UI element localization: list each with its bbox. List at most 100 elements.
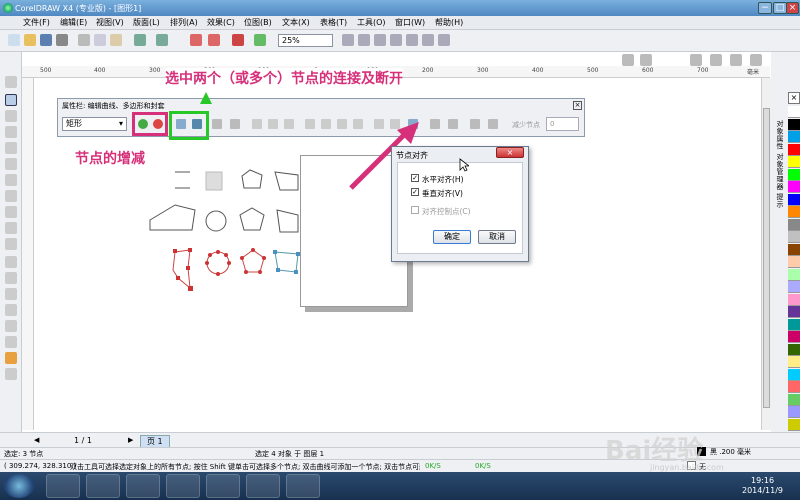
grid-icon[interactable] bbox=[730, 54, 742, 66]
arrow-polygon-shape[interactable] bbox=[149, 204, 196, 231]
node-shapes-illustration[interactable] bbox=[140, 160, 310, 295]
view-manager-icon[interactable] bbox=[640, 54, 652, 66]
pick-tool-icon[interactable] bbox=[5, 76, 17, 88]
cancel-button[interactable]: 取消 bbox=[478, 230, 516, 244]
palette-color-swatch[interactable] bbox=[788, 381, 800, 393]
dialog-close-button[interactable]: × bbox=[496, 147, 524, 158]
menu-table[interactable]: 表格(T) bbox=[320, 17, 347, 29]
copy-icon[interactable] bbox=[94, 34, 106, 46]
palette-color-swatch[interactable] bbox=[788, 356, 800, 368]
close-button[interactable]: × bbox=[786, 2, 799, 14]
palette-color-swatch[interactable] bbox=[788, 143, 800, 156]
zoom-selected-icon[interactable] bbox=[374, 34, 386, 46]
maximize-button[interactable]: □ bbox=[773, 2, 787, 14]
zoom-in-icon[interactable] bbox=[342, 34, 354, 46]
shape-type-select[interactable]: 矩形 ▾ bbox=[62, 117, 127, 131]
palette-color-swatch[interactable] bbox=[788, 368, 800, 381]
dimension-tool-icon[interactable] bbox=[5, 272, 17, 284]
quad-shape-top[interactable] bbox=[274, 171, 299, 191]
menu-view[interactable]: 视图(V) bbox=[96, 17, 124, 29]
guidelines-icon[interactable] bbox=[750, 54, 762, 66]
reverse-direction-icon[interactable] bbox=[305, 119, 315, 129]
last-page-icon[interactable]: ▶ bbox=[128, 436, 133, 444]
palette-color-swatch[interactable] bbox=[788, 268, 800, 281]
palette-color-swatch[interactable] bbox=[788, 418, 800, 431]
symmetrical-node-icon[interactable] bbox=[284, 119, 294, 129]
palette-color-swatch[interactable] bbox=[788, 156, 800, 168]
select-all-nodes-icon[interactable] bbox=[488, 119, 498, 129]
vertical-scrollbar[interactable] bbox=[761, 78, 771, 430]
menu-help[interactable]: 帮助(H) bbox=[435, 17, 463, 29]
palette-color-swatch[interactable] bbox=[788, 218, 800, 231]
text-tool-icon[interactable] bbox=[5, 238, 17, 250]
zoom-tool-icon[interactable] bbox=[5, 126, 17, 138]
ie-browser-icon[interactable] bbox=[86, 474, 120, 498]
zoom-out-icon[interactable] bbox=[358, 34, 370, 46]
minimize-button[interactable]: − bbox=[758, 2, 772, 14]
menu-tools[interactable]: 工具(O) bbox=[357, 17, 386, 29]
palette-color-swatch[interactable] bbox=[788, 131, 800, 143]
reflect-horizontal-icon[interactable] bbox=[430, 119, 440, 129]
palette-color-swatch[interactable] bbox=[788, 168, 800, 181]
smooth-node-icon[interactable] bbox=[268, 119, 278, 129]
first-page-icon[interactable]: ◀ bbox=[34, 436, 39, 444]
welcome-screen-icon[interactable] bbox=[254, 34, 266, 46]
menu-edit[interactable]: 编辑(E) bbox=[60, 17, 87, 29]
freehand-tool-icon[interactable] bbox=[5, 142, 17, 154]
menu-arrange[interactable]: 排列(A) bbox=[170, 17, 198, 29]
extend-curve-icon[interactable] bbox=[321, 119, 331, 129]
grey-rectangle-shape[interactable] bbox=[205, 171, 223, 191]
zoom-height-icon[interactable] bbox=[438, 34, 450, 46]
palette-color-swatch[interactable] bbox=[788, 181, 800, 193]
pentagon-shape[interactable] bbox=[239, 207, 265, 231]
palette-color-swatch[interactable] bbox=[788, 306, 800, 318]
convert-to-curve-icon[interactable] bbox=[230, 119, 240, 129]
quad-shape[interactable] bbox=[276, 209, 299, 233]
smart-fill-tool-icon[interactable] bbox=[5, 158, 17, 170]
zoom-all-icon[interactable] bbox=[390, 34, 402, 46]
system-clock[interactable]: 19:16 2014/11/9 bbox=[742, 476, 783, 496]
shape-tool-icon[interactable] bbox=[5, 94, 17, 106]
palette-color-swatch[interactable] bbox=[788, 281, 800, 293]
menu-window[interactable]: 窗口(W) bbox=[395, 17, 425, 29]
start-button-icon[interactable] bbox=[4, 474, 34, 498]
rectangle-tool-icon[interactable] bbox=[5, 174, 17, 186]
convert-to-line-icon[interactable] bbox=[212, 119, 222, 129]
outline-tool-icon[interactable] bbox=[5, 336, 17, 348]
interactive-fill-tool-icon[interactable] bbox=[5, 368, 17, 380]
open-icon[interactable] bbox=[24, 34, 36, 46]
scrollbar-thumb[interactable] bbox=[763, 108, 770, 408]
palette-color-swatch[interactable] bbox=[788, 243, 800, 256]
pentagon-with-nodes[interactable] bbox=[241, 249, 265, 273]
circle-shape[interactable] bbox=[205, 210, 227, 232]
basic-shapes-tool-icon[interactable] bbox=[5, 222, 17, 234]
taskbar-app-icon[interactable] bbox=[46, 474, 80, 498]
launcher-icon[interactable] bbox=[232, 34, 244, 46]
reduce-nodes-input[interactable]: 0 bbox=[546, 117, 579, 131]
menu-text[interactable]: 文本(X) bbox=[282, 17, 310, 29]
palette-color-swatch[interactable] bbox=[788, 343, 800, 356]
menu-bitmaps[interactable]: 位图(B) bbox=[244, 17, 272, 29]
cusp-node-icon[interactable] bbox=[252, 119, 262, 129]
menu-layout[interactable]: 版面(L) bbox=[133, 17, 160, 29]
print-icon[interactable] bbox=[56, 34, 68, 46]
eyedropper-tool-icon[interactable] bbox=[5, 320, 17, 332]
import-icon[interactable] bbox=[190, 34, 202, 46]
menu-effects[interactable]: 效果(C) bbox=[207, 17, 235, 29]
redo-icon[interactable] bbox=[156, 34, 168, 46]
palette-color-swatch[interactable] bbox=[788, 256, 800, 268]
horizontal-align-checkbox[interactable]: ✓ bbox=[411, 174, 419, 182]
palette-color-swatch[interactable] bbox=[788, 406, 800, 418]
palette-color-swatch[interactable] bbox=[788, 118, 800, 131]
zoom-width-icon[interactable] bbox=[422, 34, 434, 46]
qq-icon[interactable] bbox=[126, 474, 160, 498]
pentagon-shape-top[interactable] bbox=[241, 169, 263, 189]
polygon-tool-icon[interactable] bbox=[5, 206, 17, 218]
save-icon[interactable] bbox=[40, 34, 52, 46]
vertical-align-checkbox[interactable]: ✓ bbox=[411, 188, 419, 196]
table-tool-icon[interactable] bbox=[5, 256, 17, 268]
palette-color-swatch[interactable] bbox=[788, 293, 800, 306]
coreldraw-taskbar-icon[interactable] bbox=[166, 474, 200, 498]
reflect-vertical-icon[interactable] bbox=[448, 119, 458, 129]
options-icon[interactable] bbox=[690, 54, 702, 66]
